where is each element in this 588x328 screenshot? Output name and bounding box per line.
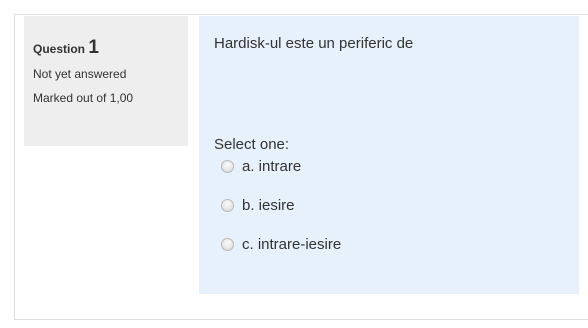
question-marks: Marked out of 1,00 — [33, 91, 134, 105]
answer-option-b-label[interactable]: b. iesire — [242, 197, 295, 214]
question-number: 1 — [88, 37, 99, 58]
select-one-prompt: Select one: — [214, 136, 290, 153]
answer-option-a[interactable]: a. intrare — [214, 156, 579, 176]
answer-option-b[interactable]: b. iesire — [214, 195, 579, 215]
answer-option-c-label[interactable]: c. intrare-iesire — [242, 236, 341, 253]
question-text: Hardisk-ul este un periferic de — [214, 35, 414, 52]
question-content-panel: Hardisk-ul este un periferic de Select o… — [199, 16, 579, 294]
question-number-heading: Question 1 — [33, 37, 188, 58]
radio-button-a[interactable] — [221, 159, 234, 173]
answer-option-c[interactable]: c. intrare-iesire — [214, 234, 579, 254]
question-status: Not yet answered — [33, 67, 127, 81]
radio-button-b[interactable] — [221, 198, 234, 212]
question-label: Question — [33, 42, 86, 56]
question-info-panel: Question 1 Not yet answered Marked out o… — [24, 16, 188, 146]
answer-options: a. intrare b. iesire c. intrare-iesire — [214, 156, 579, 254]
answer-option-a-label[interactable]: a. intrare — [242, 158, 301, 175]
radio-button-c[interactable] — [221, 237, 234, 251]
